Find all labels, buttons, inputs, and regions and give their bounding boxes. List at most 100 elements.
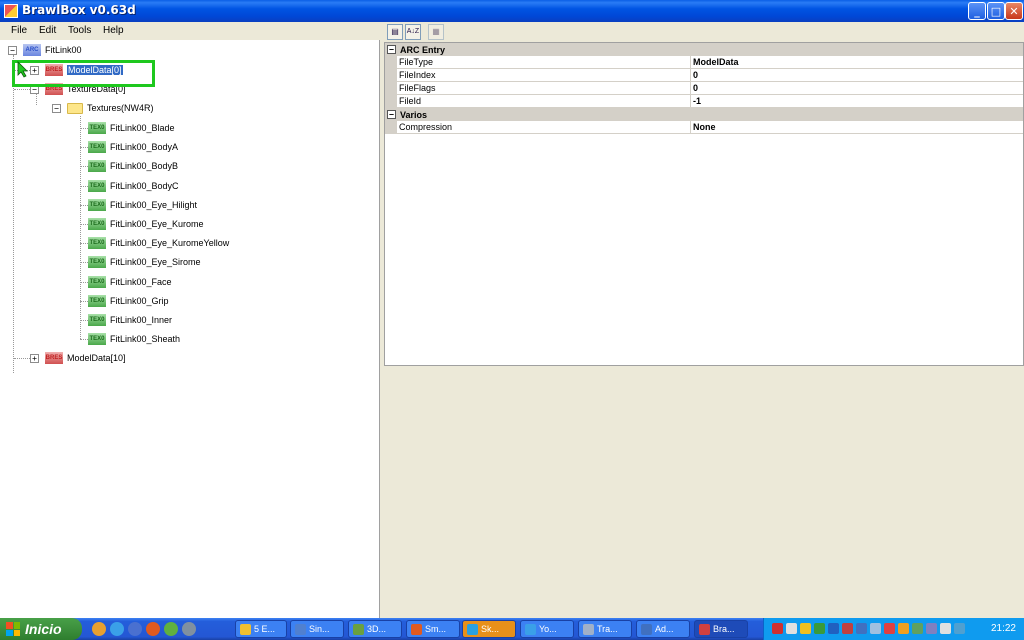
tree-node-textures-folder[interactable]: − Textures(NW4R) — [52, 100, 154, 116]
tree-node-label: FitLink00_Eye_KuromeYellow — [110, 238, 230, 248]
property-value[interactable]: None — [691, 121, 1023, 134]
tree-node-texture[interactable]: TEX0 FitLink00_Sheath — [80, 331, 180, 347]
tray-icon[interactable] — [772, 623, 783, 634]
taskbar-button-label: Bra... — [713, 624, 735, 634]
tray-icon[interactable] — [898, 623, 909, 634]
tex0-icon: TEX0 — [88, 295, 106, 307]
menu-file[interactable]: File — [11, 25, 27, 36]
start-label: Inicio — [25, 621, 62, 637]
menu-tools[interactable]: Tools — [68, 25, 91, 36]
mouse-pointer-icon — [17, 61, 28, 78]
taskbar-button[interactable]: Sin... — [290, 620, 344, 638]
quicklaunch-ie-icon[interactable] — [110, 622, 124, 636]
taskbar-button[interactable]: Ad... — [636, 620, 690, 638]
categorized-view-button[interactable]: ▤ — [387, 24, 403, 40]
taskbar-button[interactable]: 5 E... — [235, 620, 287, 638]
tex0-icon: TEX0 — [88, 180, 106, 192]
tray-icon[interactable] — [828, 623, 839, 634]
collapse-category-toggle[interactable]: − — [387, 110, 396, 119]
taskbar-app-icon — [467, 623, 478, 635]
tree-node-modeldata-10[interactable]: + BRES ModelData[10] — [30, 350, 126, 366]
tree-node-texture[interactable]: TEX0 FitLink00_Eye_Kurome — [80, 216, 204, 232]
resource-tree[interactable] — [0, 40, 380, 618]
menu-edit[interactable]: Edit — [39, 25, 56, 36]
tex0-icon: TEX0 — [88, 141, 106, 153]
property-value[interactable]: 0 — [691, 69, 1023, 82]
taskbar-button[interactable]: Yo... — [520, 620, 574, 638]
taskbar-button[interactable]: Sm... — [406, 620, 460, 638]
alphabetical-sort-button[interactable]: A↓Z — [405, 24, 421, 40]
taskbar-button[interactable]: Sk... — [462, 620, 516, 638]
minimize-button[interactable]: _ — [968, 2, 986, 20]
tree-node-label: FitLink00_Grip — [110, 296, 169, 306]
tree-node-texture[interactable]: TEX0 FitLink00_Eye_Hilight — [80, 197, 197, 213]
tray-icon[interactable] — [912, 623, 923, 634]
quicklaunch-app-icon[interactable] — [164, 622, 178, 636]
property-grid[interactable]: − ARC Entry FileType ModelData FileIndex… — [384, 42, 1024, 366]
category-varios[interactable]: − Varios — [385, 108, 1023, 121]
property-name: Compression — [397, 121, 691, 134]
category-label: ARC Entry — [400, 44, 446, 55]
tree-node-texture[interactable]: TEX0 FitLink00_Eye_KuromeYellow — [80, 235, 230, 251]
quicklaunch-media-icon[interactable] — [92, 622, 106, 636]
tree-node-label: ModelData[10] — [67, 353, 126, 363]
start-button[interactable]: Inicio — [0, 618, 82, 640]
category-arc-entry[interactable]: − ARC Entry — [385, 43, 1023, 56]
property-value[interactable]: -1 — [691, 95, 1023, 108]
property-pages-button[interactable]: ▦ — [428, 24, 444, 40]
property-name: FileType — [397, 56, 691, 69]
tree-node-texture[interactable]: TEX0 FitLink00_Blade — [80, 120, 175, 136]
tree-node-texture[interactable]: TEX0 FitLink00_BodyC — [80, 178, 179, 194]
tray-icon[interactable] — [800, 623, 811, 634]
tree-node-texture[interactable]: TEX0 FitLink00_Grip — [80, 293, 169, 309]
title-bar[interactable]: BrawlBox v0.63d _ □ ✕ — [0, 0, 1024, 22]
tree-node-texture[interactable]: TEX0 FitLink00_BodyB — [80, 158, 178, 174]
property-name: FileId — [397, 95, 691, 108]
property-row-fileid[interactable]: FileId -1 — [385, 95, 1023, 108]
property-row-compression[interactable]: Compression None — [385, 121, 1023, 134]
quicklaunch-tool-icon[interactable] — [182, 622, 196, 636]
property-row-fileindex[interactable]: FileIndex 0 — [385, 69, 1023, 82]
taskbar-button[interactable]: Tra... — [578, 620, 632, 638]
property-row-fileflags[interactable]: FileFlags 0 — [385, 82, 1023, 95]
brawlbox-app-icon — [4, 4, 18, 18]
collapse-textures-folder-toggle[interactable]: − — [52, 103, 61, 113]
tree-node-texture[interactable]: TEX0 FitLink00_Inner — [80, 312, 172, 328]
collapse-category-toggle[interactable]: − — [387, 45, 396, 54]
property-value[interactable]: 0 — [691, 82, 1023, 95]
taskbar-button[interactable]: 3D... — [348, 620, 402, 638]
tree-node-texture[interactable]: TEX0 FitLink00_Eye_Sirome — [80, 254, 201, 270]
tray-icon[interactable] — [884, 623, 895, 634]
tray-icon[interactable] — [926, 623, 937, 634]
bres-icon: BRES — [45, 352, 63, 364]
tree-node-texture[interactable]: TEX0 FitLink00_Face — [80, 274, 172, 290]
property-value[interactable]: ModelData — [691, 56, 1023, 69]
tex0-icon: TEX0 — [88, 276, 106, 288]
tray-icon[interactable] — [842, 623, 853, 634]
quicklaunch-desktop-icon[interactable] — [128, 622, 142, 636]
menu-help[interactable]: Help — [103, 25, 124, 36]
tray-icon[interactable] — [814, 623, 825, 634]
tray-icon[interactable] — [870, 623, 881, 634]
taskbar-button[interactable]: Bra... — [694, 620, 748, 638]
system-tray: 21:22 — [763, 618, 1024, 640]
taskbar-app-icon — [353, 623, 364, 635]
tree-node-label: FitLink00_Face — [110, 277, 172, 287]
tray-icon[interactable] — [954, 623, 965, 634]
collapse-root-toggle[interactable]: − — [8, 45, 17, 55]
clock[interactable]: 21:22 — [991, 623, 1016, 634]
property-grid-toolbar: ▤ A↓Z ▦ — [384, 22, 1024, 42]
quicklaunch-firefox-icon[interactable] — [146, 622, 160, 636]
taskbar-app-icon — [699, 623, 710, 635]
expand-modeldata-10-toggle[interactable]: + — [30, 353, 39, 363]
tree-node-texture[interactable]: TEX0 FitLink00_BodyA — [80, 139, 178, 155]
windows-taskbar: Inicio 5 E... Sin... 3D... Sm... Sk... Yo... T… — [0, 618, 1024, 640]
property-row-filetype[interactable]: FileType ModelData — [385, 56, 1023, 69]
tray-icon[interactable] — [786, 623, 797, 634]
tray-icon[interactable] — [940, 623, 951, 634]
tray-icon[interactable] — [856, 623, 867, 634]
tree-node-root[interactable]: − ARC FitLink00 — [8, 42, 82, 58]
maximize-button[interactable]: □ — [987, 2, 1005, 20]
close-button[interactable]: ✕ — [1005, 2, 1023, 20]
brawlbox-window: BrawlBox v0.63d _ □ ✕ File Edit Tools He… — [0, 0, 1024, 618]
